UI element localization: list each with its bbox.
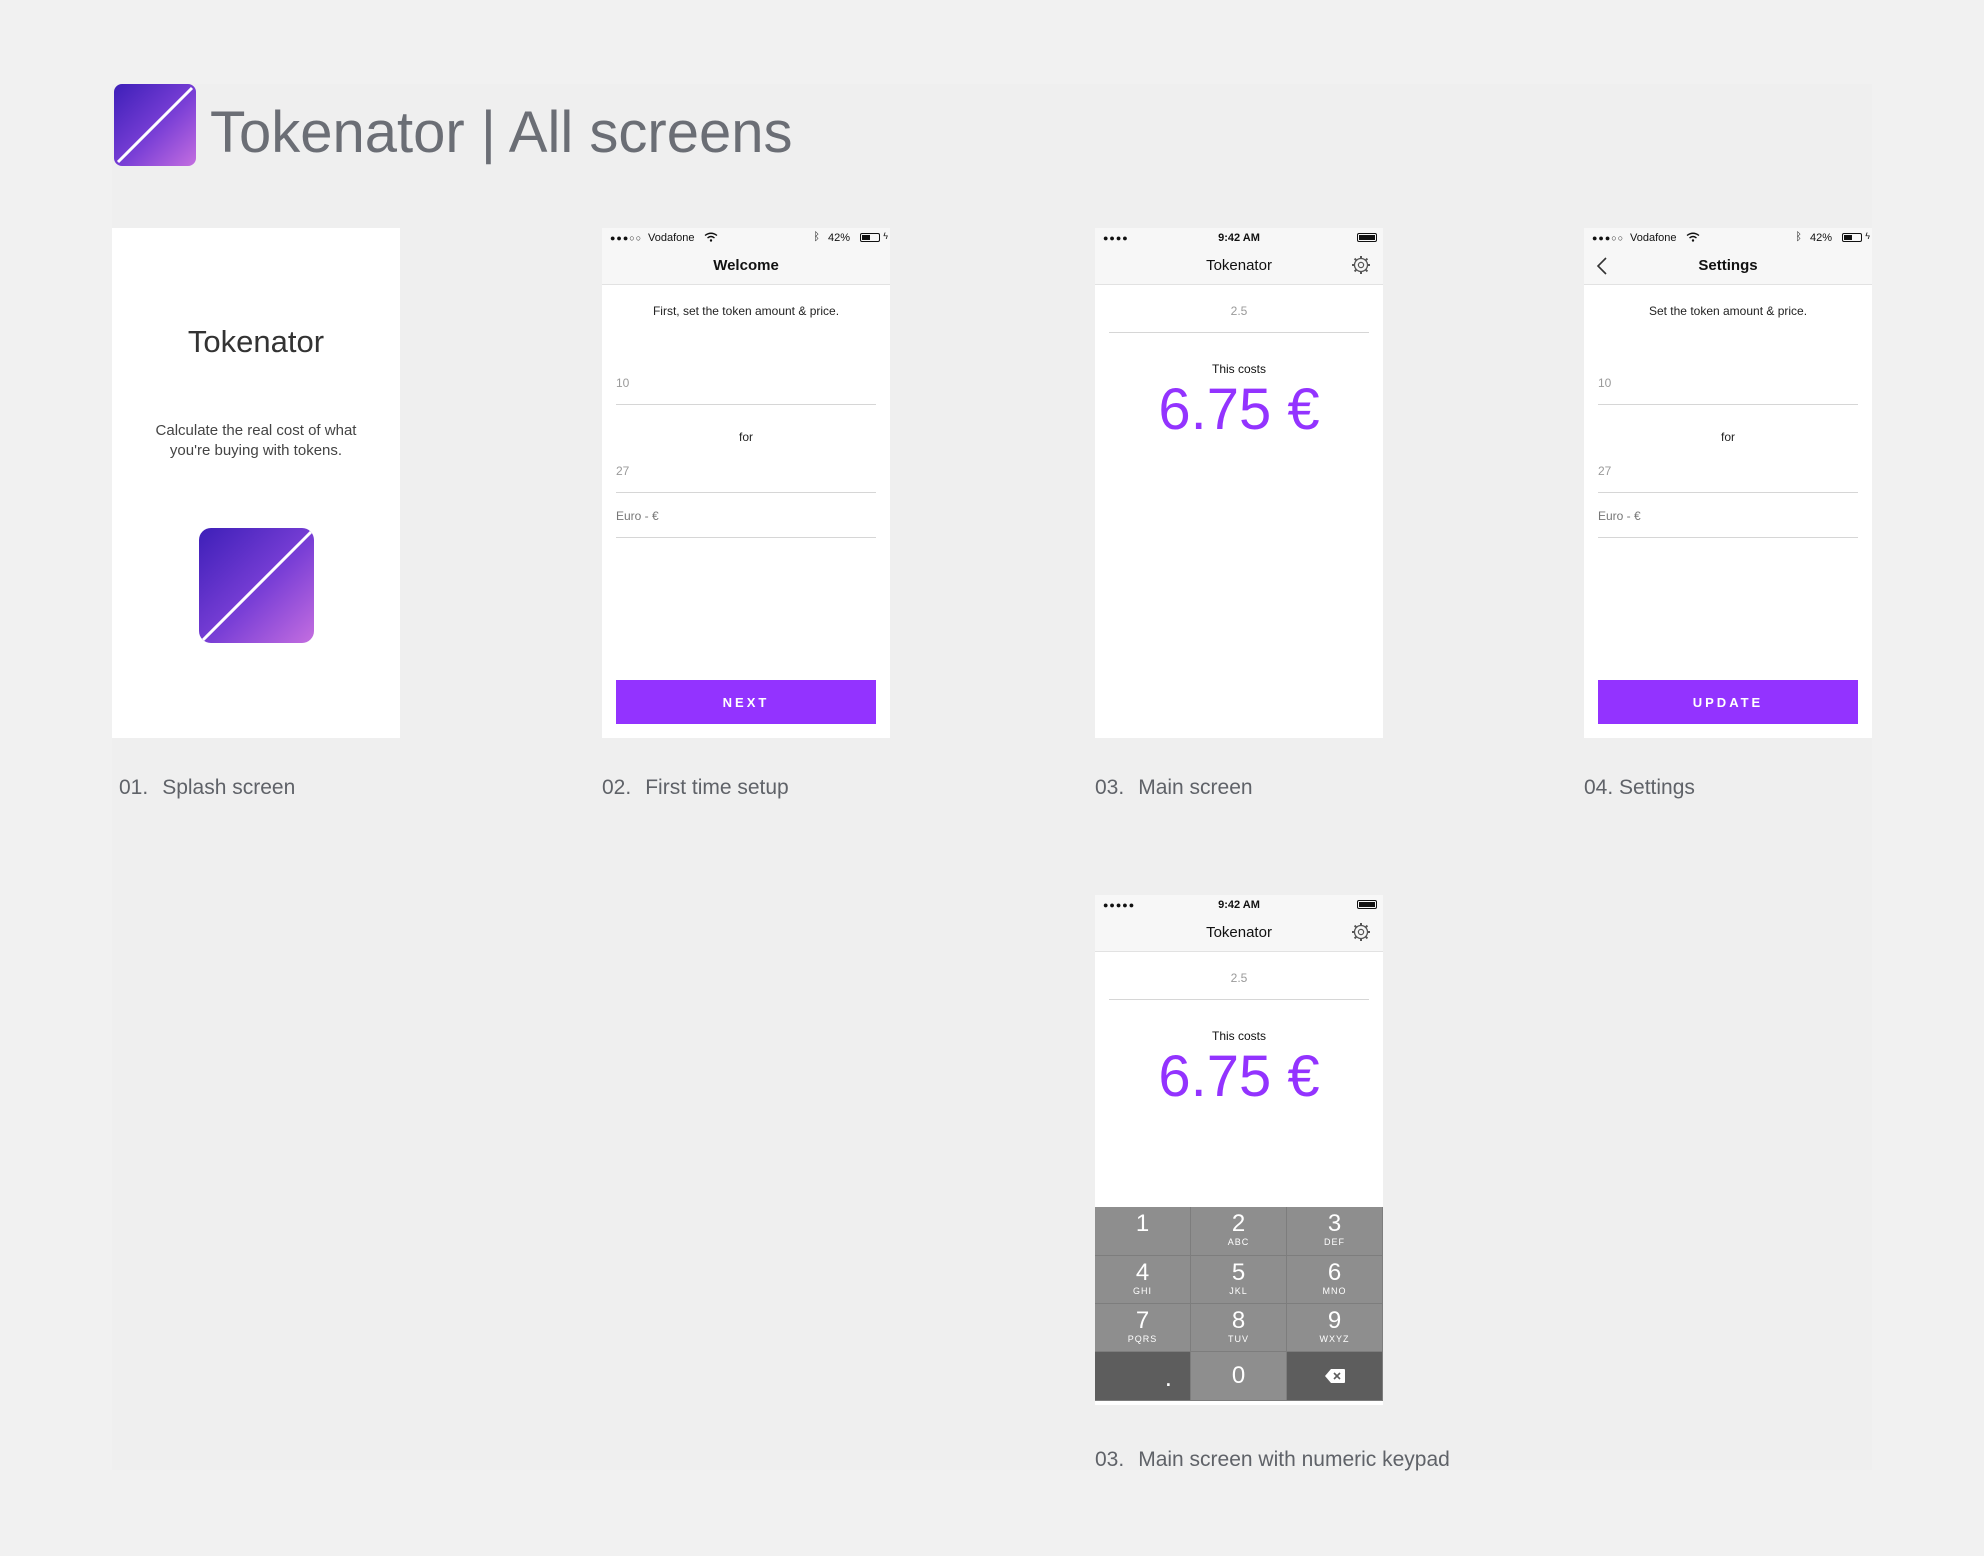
- status-time: 9:42 AM: [1218, 232, 1260, 244]
- token-input-value: 2.5: [1230, 304, 1248, 318]
- for-label: for: [738, 430, 753, 444]
- status-bar: ●●●○○ Vodafone ᛒ 42% ϟ: [602, 228, 890, 248]
- key-8[interactable]: 8 TUV: [1191, 1304, 1287, 1352]
- currency-select[interactable]: Euro - €: [1598, 509, 1858, 538]
- splash-screen: Tokenator Calculate the real cost of wha…: [112, 228, 400, 738]
- nav-bar: Tokenator: [1095, 915, 1383, 952]
- cost-label: This costs: [1211, 1029, 1266, 1043]
- numeric-keypad: 1 2 ABC 3 DEF 4 GHI 5 JKL 6 MNO 7 PQRS 8 TUV 9W…: [1095, 1207, 1383, 1401]
- key-2[interactable]: 2 ABC: [1191, 1207, 1287, 1256]
- key-5[interactable]: 5 JKL: [1191, 1256, 1287, 1304]
- setup-screen: ●●●○○ Vodafone ᛒ 42% ϟ Welcome First, se…: [602, 228, 890, 738]
- token-amount-field[interactable]: 10: [1598, 376, 1858, 405]
- nav-title: Settings: [1698, 257, 1758, 274]
- setup-instruction: First, set the token amount & price.: [652, 304, 840, 318]
- nav-title: Tokenator: [1206, 257, 1272, 274]
- splash-app-name: Tokenator: [187, 324, 325, 359]
- key-4[interactable]: 4 GHI: [1095, 1256, 1191, 1304]
- update-button[interactable]: UPDATE: [1598, 680, 1858, 724]
- carrier-label: Vodafone: [1630, 232, 1677, 244]
- backspace-icon: [1287, 1368, 1382, 1389]
- battery-icon: [1842, 233, 1862, 242]
- splash-logo-icon: [199, 528, 314, 643]
- gear-icon[interactable]: [1351, 255, 1371, 275]
- key-9[interactable]: 9 WXYZ: [1287, 1304, 1383, 1352]
- key-6[interactable]: 6 MNO: [1287, 1256, 1383, 1304]
- token-input-value: 2.5: [1230, 971, 1248, 985]
- key-1[interactable]: 1: [1095, 1207, 1191, 1256]
- battery-percent: 42%: [827, 232, 850, 244]
- caption-splash: 01. Splash screen: [119, 776, 296, 799]
- backspace-key[interactable]: [1287, 1352, 1383, 1401]
- nav-bar: Welcome: [602, 248, 890, 285]
- nav-bar: Tokenator: [1095, 248, 1383, 285]
- next-button[interactable]: NEXT: [616, 680, 876, 724]
- wifi-icon: [1686, 232, 1700, 245]
- charging-icon: ϟ: [883, 231, 888, 241]
- battery-icon: [1357, 900, 1377, 909]
- battery-percent: 42%: [1809, 232, 1832, 244]
- splash-tagline-line2: you're buying with tokens.: [169, 442, 343, 459]
- status-bar: ●●●● 9:42 AM: [1095, 228, 1383, 248]
- key-decimal[interactable]: .: [1095, 1352, 1191, 1401]
- signal-dots: ●●●○○: [610, 233, 643, 243]
- cost-label: This costs: [1211, 362, 1266, 376]
- signal-dots: ●●●○○: [1592, 233, 1625, 243]
- token-input[interactable]: 2.5: [1109, 957, 1369, 1000]
- nav-title: Welcome: [713, 257, 779, 274]
- charging-icon: ϟ: [1865, 231, 1870, 241]
- cost-value: 6.75 €: [1158, 1044, 1320, 1109]
- caption-main: 03. Main screen: [1095, 776, 1253, 799]
- carrier-label: Vodafone: [648, 232, 695, 244]
- caption-settings: 04. Settings: [1584, 776, 1695, 799]
- status-bar: ●●●●● 9:42 AM: [1095, 895, 1383, 915]
- battery-icon: [860, 233, 880, 242]
- token-amount-field[interactable]: 10: [616, 376, 876, 405]
- gear-icon[interactable]: [1351, 922, 1371, 942]
- settings-instruction: Set the token amount & price.: [1648, 304, 1808, 318]
- currency-select[interactable]: Euro - €: [616, 509, 876, 538]
- caption-keypad-screen: 03. Main screen with numeric keypad: [1095, 1448, 1450, 1471]
- settings-screen: ●●●○○ Vodafone ᛒ 42% ϟ Settings Set the …: [1584, 228, 1872, 738]
- nav-title: Tokenator: [1206, 924, 1272, 941]
- key-3[interactable]: 3 DEF: [1287, 1207, 1383, 1256]
- status-bar: ●●●○○ Vodafone ᛒ 42% ϟ: [1584, 228, 1872, 248]
- page-title: Tokenator | All screens: [210, 100, 793, 165]
- for-label: for: [1720, 430, 1735, 444]
- key-0[interactable]: 0: [1191, 1352, 1287, 1401]
- battery-icon: [1357, 233, 1377, 242]
- key-7[interactable]: 7 PQRS: [1095, 1304, 1191, 1352]
- cost-value: 6.75 €: [1158, 377, 1320, 442]
- wifi-icon: [704, 232, 718, 245]
- bluetooth-icon: ᛒ: [1795, 231, 1802, 243]
- keypad-main-screen: ●●●●● 9:42 AM Tokenator 2.5 This costs 6…: [1095, 895, 1383, 1405]
- nav-bar: Settings: [1584, 248, 1872, 285]
- app-logo-icon: [114, 84, 196, 166]
- token-input[interactable]: 2.5: [1109, 290, 1369, 333]
- main-screen: ●●●● 9:42 AM Tokenator 2.5 This costs 6.…: [1095, 228, 1383, 738]
- caption-setup: 02. First time setup: [602, 776, 789, 799]
- status-time: 9:42 AM: [1218, 899, 1260, 911]
- bluetooth-icon: ᛒ: [813, 231, 820, 243]
- price-field[interactable]: 27: [1598, 464, 1858, 493]
- price-field[interactable]: 27: [616, 464, 876, 493]
- splash-tagline-line1: Calculate the real cost of what: [155, 422, 357, 439]
